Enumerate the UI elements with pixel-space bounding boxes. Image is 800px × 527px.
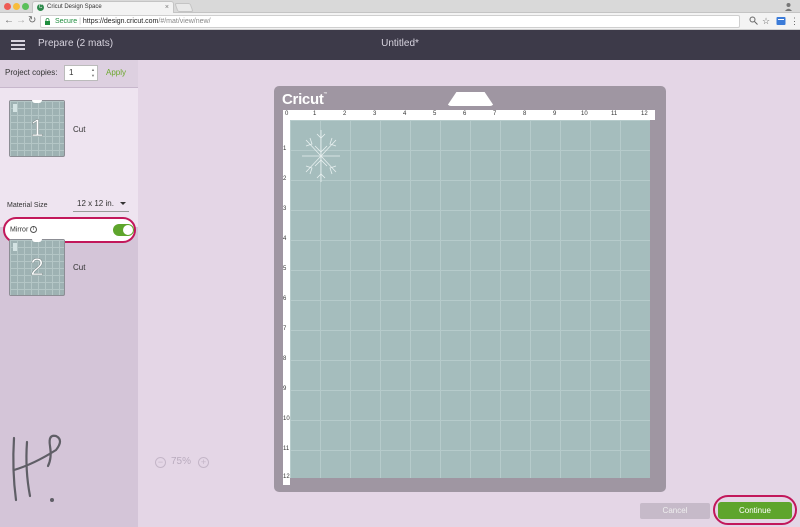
ruler-left-number: 1 bbox=[283, 146, 287, 152]
ruler-top-number: 4 bbox=[403, 111, 407, 117]
app-header: Prepare (2 mats) Untitled* bbox=[0, 30, 800, 60]
mat-thumbnail[interactable]: 1 bbox=[9, 100, 65, 157]
browser-tab[interactable]: C Cricut Design Space × bbox=[32, 1, 174, 13]
signature-mark bbox=[12, 434, 62, 502]
mirror-label: Mirror i bbox=[10, 226, 38, 233]
ruler-top: 0 1 2 3 4 5 6 7 8 9 10 11 12 bbox=[283, 110, 655, 120]
ruler-top-number: 7 bbox=[493, 111, 497, 117]
ruler-top-number: 6 bbox=[463, 111, 467, 117]
ruler-top-number: 9 bbox=[553, 111, 557, 117]
ruler-top-number: 10 bbox=[581, 111, 588, 117]
browser-menu-icon[interactable]: ⋮ bbox=[790, 16, 799, 26]
mat-thumbnail[interactable]: 2 bbox=[9, 239, 65, 296]
material-size-select[interactable]: 12 x 12 in. bbox=[73, 197, 129, 212]
zoom-level: 75% bbox=[171, 456, 192, 467]
ruler-left-number: 4 bbox=[283, 236, 287, 242]
tab-title: Cricut Design Space bbox=[47, 4, 102, 10]
project-copies-row: Project copies: 1 ▲ ▼ Apply bbox=[0, 60, 138, 88]
ruler-top-number: 8 bbox=[523, 111, 527, 117]
ruler-left-number: 11 bbox=[283, 446, 290, 452]
extension-icon[interactable] bbox=[776, 16, 786, 28]
ruler-top-number: 11 bbox=[611, 111, 618, 117]
url-path: /#/mat/view/new/ bbox=[158, 18, 211, 25]
ruler-top-number: 0 bbox=[285, 111, 289, 117]
ruler-left-number: 8 bbox=[283, 356, 287, 362]
zoom-control: − 75% + bbox=[155, 455, 211, 471]
minimize-window-button[interactable] bbox=[13, 3, 20, 10]
mat-cut-label: Cut bbox=[73, 263, 86, 272]
ruler-top-number: 5 bbox=[433, 111, 437, 117]
cancel-button[interactable]: Cancel bbox=[640, 503, 710, 519]
mat-number: 1 bbox=[30, 115, 44, 143]
profile-icon[interactable] bbox=[784, 2, 794, 11]
zoom-in-button[interactable]: + bbox=[198, 457, 209, 468]
mat-number: 2 bbox=[30, 254, 44, 282]
mirror-toggle[interactable] bbox=[113, 224, 134, 236]
secure-label: Secure bbox=[55, 18, 78, 25]
continue-button[interactable]: Continue bbox=[718, 502, 792, 519]
material-size-label: Material Size bbox=[7, 202, 48, 209]
ruler-left-number: 6 bbox=[283, 296, 287, 302]
project-copies-label: Project copies: bbox=[5, 68, 58, 77]
lock-icon bbox=[45, 18, 50, 25]
bookmark-star-icon[interactable]: ☆ bbox=[762, 16, 770, 26]
ruler-left: 1 2 3 4 5 6 7 8 9 10 11 12 bbox=[283, 120, 290, 485]
ruler-top-number: 1 bbox=[313, 111, 317, 117]
snowflake-design[interactable] bbox=[300, 126, 342, 186]
ruler-top-number: 12 bbox=[641, 111, 648, 117]
zoom-search-icon[interactable] bbox=[749, 16, 758, 27]
cricut-logo: Cricut™ bbox=[282, 91, 328, 108]
zoom-out-button[interactable]: − bbox=[155, 457, 166, 468]
project-copies-input[interactable]: 1 ▲ ▼ bbox=[64, 65, 98, 81]
mat-item-selected[interactable]: 1 Cut Material Size 12 x 12 in. Mirror i bbox=[0, 88, 138, 243]
mat-canvas[interactable] bbox=[290, 120, 650, 478]
new-tab-button[interactable] bbox=[174, 3, 194, 12]
browser-tab-bar: C Cricut Design Space × bbox=[0, 0, 800, 13]
copies-stepper-icon[interactable]: ▲ ▼ bbox=[91, 67, 95, 79]
material-size-value: 12 x 12 in. bbox=[77, 199, 114, 208]
browser-toolbar: ← → ↻ Secure | https://design.cricut.com… bbox=[0, 13, 800, 30]
ruler-left-number: 12 bbox=[283, 474, 290, 480]
info-icon[interactable]: i bbox=[30, 226, 38, 233]
chevron-down-icon bbox=[120, 202, 126, 205]
forward-button[interactable]: → bbox=[16, 15, 26, 27]
maximize-window-button[interactable] bbox=[22, 3, 29, 10]
cricut-favicon-icon: C bbox=[37, 4, 44, 11]
ruler-top-number: 2 bbox=[343, 111, 347, 117]
design-preview-icon bbox=[13, 104, 17, 112]
apply-button[interactable]: Apply bbox=[106, 68, 126, 77]
tab-close-icon[interactable]: × bbox=[165, 2, 169, 13]
ruler-left-number: 10 bbox=[283, 416, 290, 422]
back-button[interactable]: ← bbox=[4, 15, 14, 27]
ruler-left-number: 9 bbox=[283, 386, 287, 392]
ruler-left-number: 2 bbox=[283, 176, 287, 182]
close-window-button[interactable] bbox=[4, 3, 11, 10]
address-bar[interactable]: Secure | https://design.cricut.com/#/mat… bbox=[40, 15, 740, 28]
design-preview-icon bbox=[13, 243, 17, 251]
reload-button[interactable]: ↻ bbox=[28, 15, 36, 27]
mat-cut-label: Cut bbox=[73, 125, 86, 134]
mat-hanger bbox=[447, 92, 494, 106]
ruler-left-number: 5 bbox=[283, 266, 287, 272]
document-title: Untitled* bbox=[381, 38, 419, 49]
url-host: https://design.cricut.com bbox=[82, 18, 159, 25]
project-copies-value: 1 bbox=[69, 68, 74, 77]
ruler-left-number: 7 bbox=[283, 326, 287, 332]
ruler-top-number: 3 bbox=[373, 111, 377, 117]
ruler-left-number: 3 bbox=[283, 206, 287, 212]
